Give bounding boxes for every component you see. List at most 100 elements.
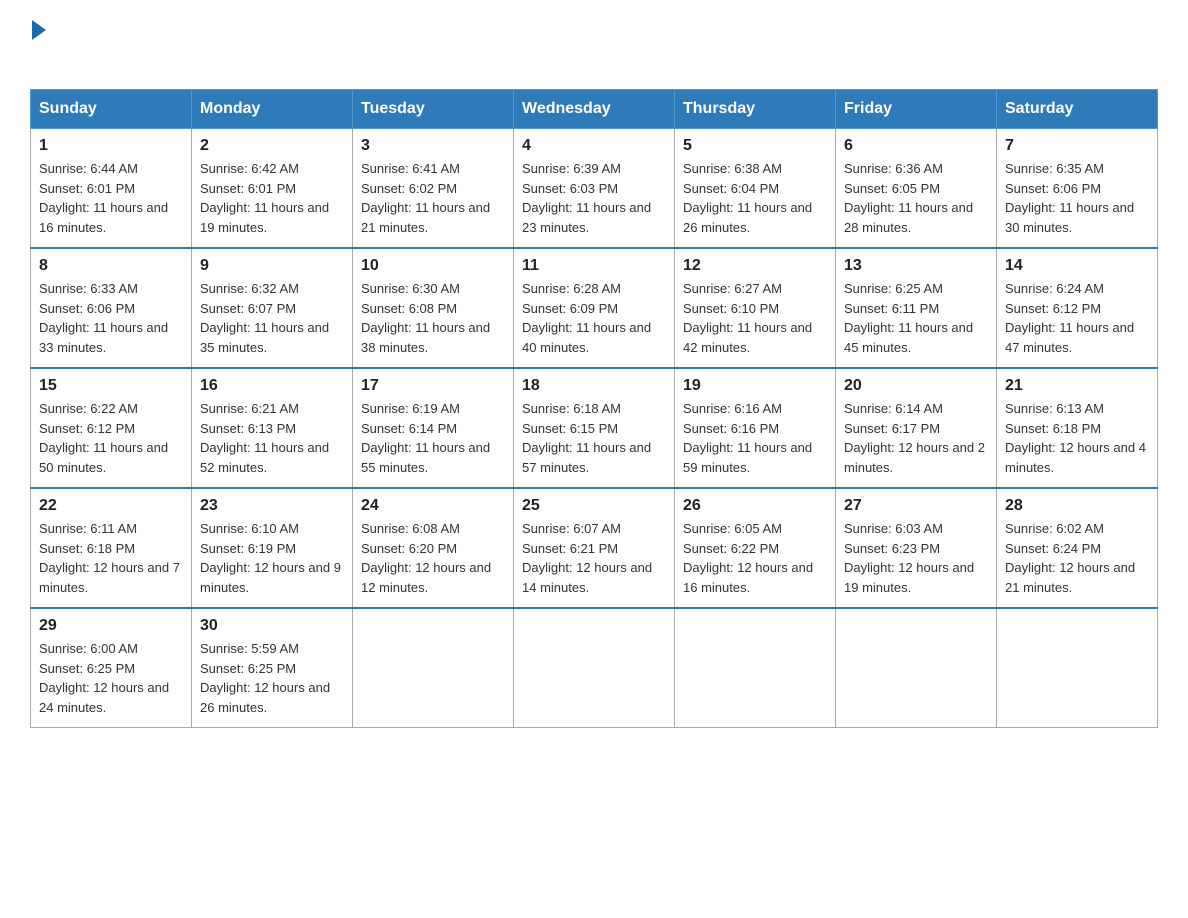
day-number: 6	[844, 137, 988, 155]
day-number: 28	[1005, 497, 1149, 515]
day-info: Sunrise: 6:10 AM Sunset: 6:19 PM Dayligh…	[200, 519, 344, 597]
calendar-header-cell: Monday	[192, 90, 353, 129]
calendar-day-cell	[836, 608, 997, 728]
calendar-day-cell: 12 Sunrise: 6:27 AM Sunset: 6:10 PM Dayl…	[675, 248, 836, 368]
day-info: Sunrise: 6:13 AM Sunset: 6:18 PM Dayligh…	[1005, 399, 1149, 477]
day-number: 11	[522, 257, 666, 275]
day-info: Sunrise: 6:33 AM Sunset: 6:06 PM Dayligh…	[39, 279, 183, 357]
day-info: Sunrise: 6:42 AM Sunset: 6:01 PM Dayligh…	[200, 159, 344, 237]
day-info: Sunrise: 6:07 AM Sunset: 6:21 PM Dayligh…	[522, 519, 666, 597]
calendar-header-cell: Saturday	[997, 90, 1158, 129]
day-number: 5	[683, 137, 827, 155]
day-number: 18	[522, 377, 666, 395]
day-number: 10	[361, 257, 505, 275]
day-number: 14	[1005, 257, 1149, 275]
day-number: 13	[844, 257, 988, 275]
day-info: Sunrise: 6:21 AM Sunset: 6:13 PM Dayligh…	[200, 399, 344, 477]
day-number: 24	[361, 497, 505, 515]
day-number: 4	[522, 137, 666, 155]
logo	[30, 20, 46, 69]
day-number: 8	[39, 257, 183, 275]
calendar-day-cell: 28 Sunrise: 6:02 AM Sunset: 6:24 PM Dayl…	[997, 488, 1158, 608]
calendar-table: SundayMondayTuesdayWednesdayThursdayFrid…	[30, 89, 1158, 728]
day-info: Sunrise: 6:19 AM Sunset: 6:14 PM Dayligh…	[361, 399, 505, 477]
day-info: Sunrise: 6:35 AM Sunset: 6:06 PM Dayligh…	[1005, 159, 1149, 237]
calendar-day-cell: 23 Sunrise: 6:10 AM Sunset: 6:19 PM Dayl…	[192, 488, 353, 608]
day-info: Sunrise: 6:30 AM Sunset: 6:08 PM Dayligh…	[361, 279, 505, 357]
calendar-day-cell: 29 Sunrise: 6:00 AM Sunset: 6:25 PM Dayl…	[31, 608, 192, 728]
calendar-day-cell: 4 Sunrise: 6:39 AM Sunset: 6:03 PM Dayli…	[514, 129, 675, 249]
day-info: Sunrise: 6:18 AM Sunset: 6:15 PM Dayligh…	[522, 399, 666, 477]
calendar-day-cell	[353, 608, 514, 728]
day-info: Sunrise: 6:27 AM Sunset: 6:10 PM Dayligh…	[683, 279, 827, 357]
calendar-day-cell: 9 Sunrise: 6:32 AM Sunset: 6:07 PM Dayli…	[192, 248, 353, 368]
calendar-day-cell: 26 Sunrise: 6:05 AM Sunset: 6:22 PM Dayl…	[675, 488, 836, 608]
calendar-day-cell: 13 Sunrise: 6:25 AM Sunset: 6:11 PM Dayl…	[836, 248, 997, 368]
calendar-header-cell: Tuesday	[353, 90, 514, 129]
calendar-week-row: 29 Sunrise: 6:00 AM Sunset: 6:25 PM Dayl…	[31, 608, 1158, 728]
day-number: 22	[39, 497, 183, 515]
day-number: 27	[844, 497, 988, 515]
calendar-header-cell: Wednesday	[514, 90, 675, 129]
calendar-header-cell: Thursday	[675, 90, 836, 129]
calendar-day-cell: 24 Sunrise: 6:08 AM Sunset: 6:20 PM Dayl…	[353, 488, 514, 608]
calendar-day-cell: 17 Sunrise: 6:19 AM Sunset: 6:14 PM Dayl…	[353, 368, 514, 488]
day-info: Sunrise: 6:44 AM Sunset: 6:01 PM Dayligh…	[39, 159, 183, 237]
day-number: 20	[844, 377, 988, 395]
day-number: 2	[200, 137, 344, 155]
day-number: 30	[200, 617, 344, 635]
page-header	[30, 20, 1158, 69]
calendar-day-cell: 5 Sunrise: 6:38 AM Sunset: 6:04 PM Dayli…	[675, 129, 836, 249]
day-info: Sunrise: 6:32 AM Sunset: 6:07 PM Dayligh…	[200, 279, 344, 357]
day-number: 25	[522, 497, 666, 515]
day-info: Sunrise: 6:00 AM Sunset: 6:25 PM Dayligh…	[39, 639, 183, 717]
calendar-day-cell: 30 Sunrise: 5:59 AM Sunset: 6:25 PM Dayl…	[192, 608, 353, 728]
day-info: Sunrise: 6:16 AM Sunset: 6:16 PM Dayligh…	[683, 399, 827, 477]
calendar-day-cell: 25 Sunrise: 6:07 AM Sunset: 6:21 PM Dayl…	[514, 488, 675, 608]
day-number: 7	[1005, 137, 1149, 155]
day-info: Sunrise: 6:11 AM Sunset: 6:18 PM Dayligh…	[39, 519, 183, 597]
day-info: Sunrise: 6:14 AM Sunset: 6:17 PM Dayligh…	[844, 399, 988, 477]
calendar-day-cell: 21 Sunrise: 6:13 AM Sunset: 6:18 PM Dayl…	[997, 368, 1158, 488]
day-info: Sunrise: 6:22 AM Sunset: 6:12 PM Dayligh…	[39, 399, 183, 477]
logo-arrow-icon	[32, 20, 46, 40]
day-number: 3	[361, 137, 505, 155]
day-number: 29	[39, 617, 183, 635]
calendar-day-cell	[675, 608, 836, 728]
calendar-day-cell: 18 Sunrise: 6:18 AM Sunset: 6:15 PM Dayl…	[514, 368, 675, 488]
calendar-header-row: SundayMondayTuesdayWednesdayThursdayFrid…	[31, 90, 1158, 129]
calendar-week-row: 15 Sunrise: 6:22 AM Sunset: 6:12 PM Dayl…	[31, 368, 1158, 488]
calendar-day-cell: 16 Sunrise: 6:21 AM Sunset: 6:13 PM Dayl…	[192, 368, 353, 488]
day-info: Sunrise: 6:41 AM Sunset: 6:02 PM Dayligh…	[361, 159, 505, 237]
day-number: 12	[683, 257, 827, 275]
calendar-week-row: 22 Sunrise: 6:11 AM Sunset: 6:18 PM Dayl…	[31, 488, 1158, 608]
day-number: 9	[200, 257, 344, 275]
day-info: Sunrise: 6:39 AM Sunset: 6:03 PM Dayligh…	[522, 159, 666, 237]
calendar-header-cell: Friday	[836, 90, 997, 129]
calendar-header-cell: Sunday	[31, 90, 192, 129]
calendar-day-cell: 10 Sunrise: 6:30 AM Sunset: 6:08 PM Dayl…	[353, 248, 514, 368]
day-info: Sunrise: 6:08 AM Sunset: 6:20 PM Dayligh…	[361, 519, 505, 597]
day-info: Sunrise: 6:03 AM Sunset: 6:23 PM Dayligh…	[844, 519, 988, 597]
day-info: Sunrise: 6:28 AM Sunset: 6:09 PM Dayligh…	[522, 279, 666, 357]
day-info: Sunrise: 6:38 AM Sunset: 6:04 PM Dayligh…	[683, 159, 827, 237]
day-number: 16	[200, 377, 344, 395]
calendar-day-cell: 27 Sunrise: 6:03 AM Sunset: 6:23 PM Dayl…	[836, 488, 997, 608]
calendar-day-cell: 2 Sunrise: 6:42 AM Sunset: 6:01 PM Dayli…	[192, 129, 353, 249]
day-number: 21	[1005, 377, 1149, 395]
day-info: Sunrise: 6:02 AM Sunset: 6:24 PM Dayligh…	[1005, 519, 1149, 597]
calendar-day-cell: 6 Sunrise: 6:36 AM Sunset: 6:05 PM Dayli…	[836, 129, 997, 249]
calendar-day-cell: 1 Sunrise: 6:44 AM Sunset: 6:01 PM Dayli…	[31, 129, 192, 249]
calendar-day-cell: 20 Sunrise: 6:14 AM Sunset: 6:17 PM Dayl…	[836, 368, 997, 488]
calendar-day-cell: 22 Sunrise: 6:11 AM Sunset: 6:18 PM Dayl…	[31, 488, 192, 608]
calendar-day-cell: 11 Sunrise: 6:28 AM Sunset: 6:09 PM Dayl…	[514, 248, 675, 368]
calendar-day-cell	[997, 608, 1158, 728]
calendar-day-cell: 3 Sunrise: 6:41 AM Sunset: 6:02 PM Dayli…	[353, 129, 514, 249]
calendar-day-cell: 15 Sunrise: 6:22 AM Sunset: 6:12 PM Dayl…	[31, 368, 192, 488]
calendar-day-cell: 14 Sunrise: 6:24 AM Sunset: 6:12 PM Dayl…	[997, 248, 1158, 368]
day-number: 23	[200, 497, 344, 515]
calendar-day-cell: 19 Sunrise: 6:16 AM Sunset: 6:16 PM Dayl…	[675, 368, 836, 488]
day-info: Sunrise: 6:36 AM Sunset: 6:05 PM Dayligh…	[844, 159, 988, 237]
day-info: Sunrise: 6:25 AM Sunset: 6:11 PM Dayligh…	[844, 279, 988, 357]
calendar-day-cell	[514, 608, 675, 728]
